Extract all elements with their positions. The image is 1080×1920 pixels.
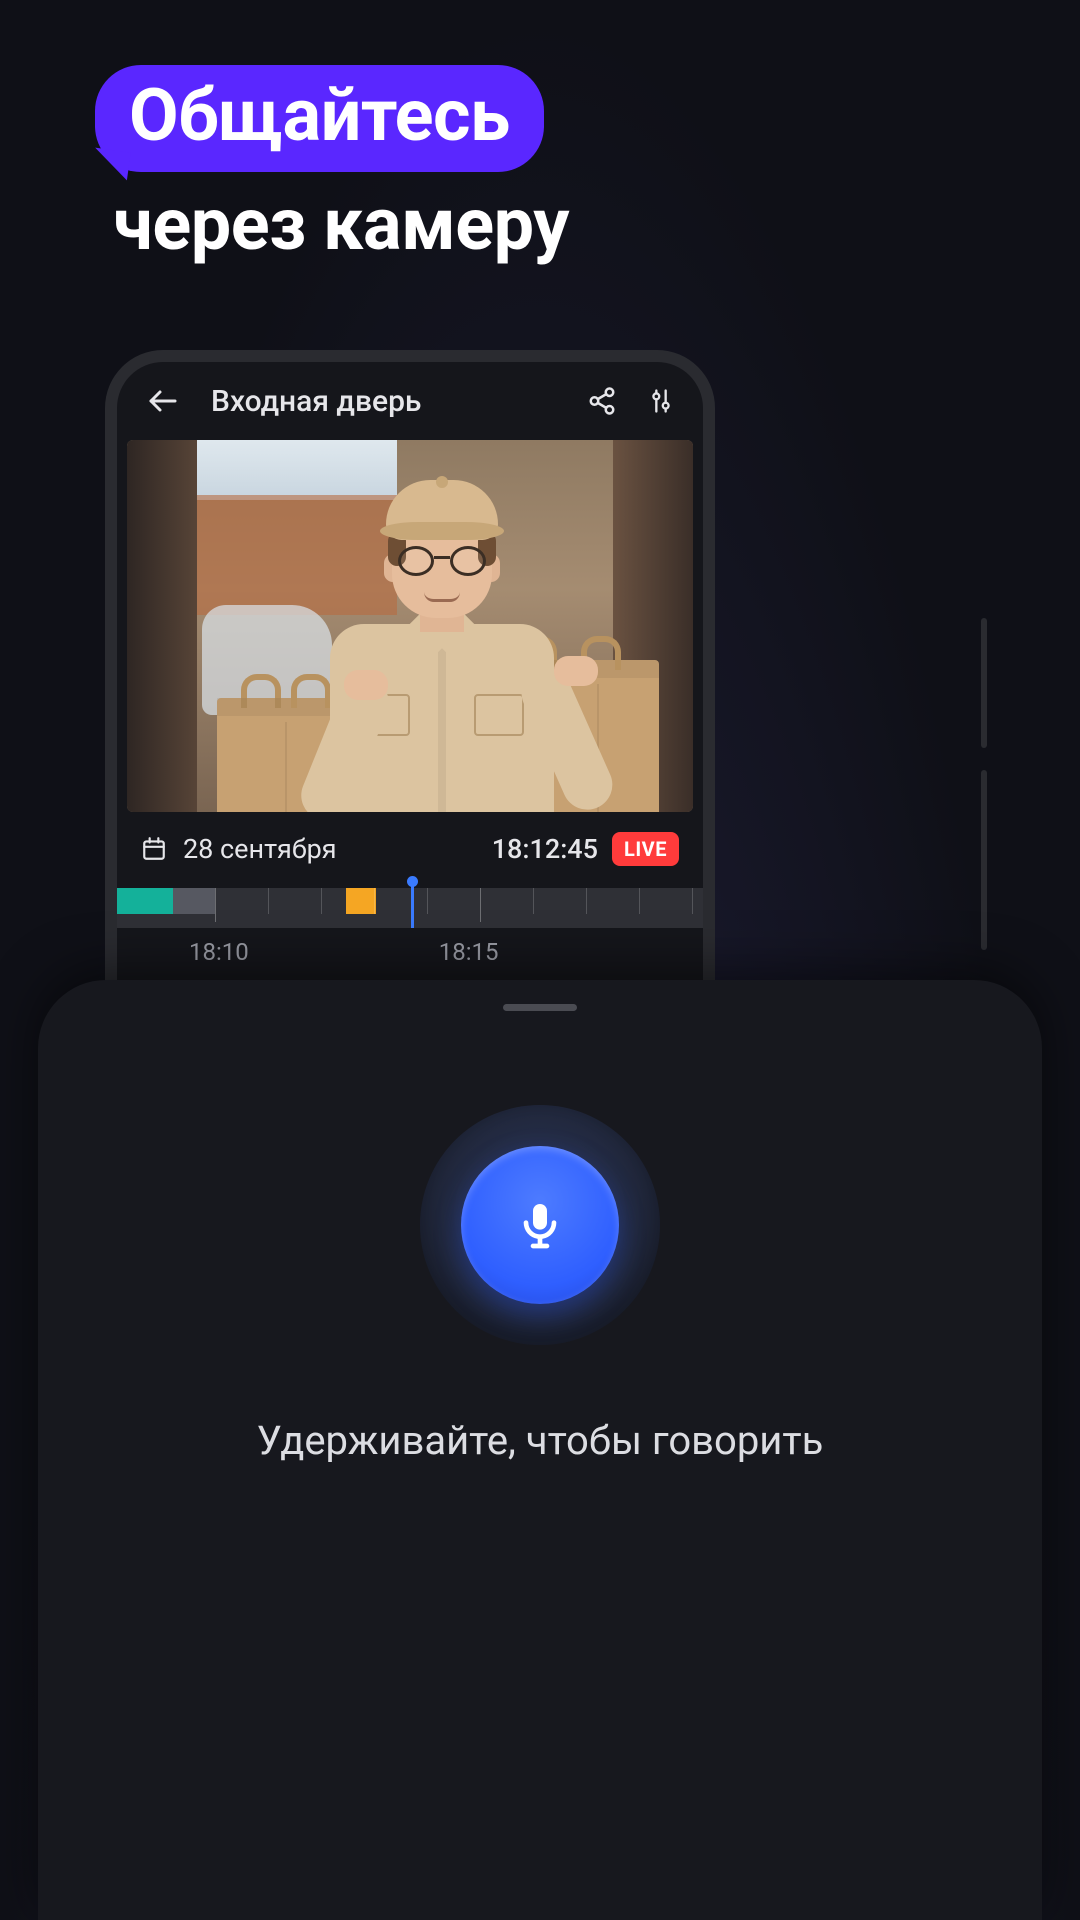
microphone-icon — [512, 1197, 568, 1253]
headline-pill-text: Общайтесь — [95, 65, 544, 172]
timeline-playhead[interactable] — [411, 882, 414, 928]
hold-to-talk-label: Удерживайте, чтобы говорить — [257, 1417, 824, 1464]
app-bar: Входная дверь — [117, 362, 703, 440]
feed-info-row: 28 сентября 18:12:45 LIVE — [117, 812, 703, 884]
feed-time: 18:12:45 — [492, 833, 598, 865]
camera-feed[interactable] — [127, 440, 693, 812]
sheet-grabber[interactable] — [503, 1004, 577, 1011]
timeline-tick — [692, 888, 693, 914]
phone-frame: Входная дверь — [105, 350, 715, 1000]
timeline-segment — [173, 888, 215, 914]
timeline-tick — [374, 888, 375, 914]
headline: Общайтесь через камеру — [95, 65, 569, 267]
timeline-tick — [215, 888, 216, 922]
timeline-segment — [346, 888, 376, 914]
timeline-tick — [321, 888, 322, 914]
sliders-icon[interactable] — [647, 386, 675, 416]
timeline-segment — [117, 888, 173, 914]
phone-side-button — [981, 618, 987, 748]
live-badge: LIVE — [612, 832, 679, 866]
share-icon[interactable] — [587, 386, 617, 416]
mic-button[interactable] — [461, 1146, 619, 1304]
timeline-label: 18:10 — [189, 938, 249, 966]
timeline-tick — [268, 888, 269, 914]
calendar-icon[interactable] — [141, 836, 167, 862]
speech-bubble-tail-icon — [91, 148, 131, 181]
talk-sheet: Удерживайте, чтобы говорить — [38, 980, 1042, 1920]
mic-button-glow — [420, 1105, 660, 1345]
headline-pill: Общайтесь — [95, 65, 544, 172]
timeline-tick — [533, 888, 534, 914]
headline-subtext: через камеру — [113, 182, 569, 267]
timeline-labels: 18:10 18:15 — [117, 928, 703, 966]
timeline-label: 18:15 — [439, 938, 499, 966]
phone-side-button — [981, 770, 987, 950]
timeline-tick — [427, 888, 428, 914]
timeline[interactable] — [117, 888, 703, 928]
camera-title: Входная дверь — [211, 384, 557, 419]
timeline-tick — [586, 888, 587, 914]
camera-feed-image — [127, 440, 693, 812]
back-arrow-icon[interactable] — [145, 383, 181, 419]
timeline-tick — [639, 888, 640, 914]
timeline-tick — [480, 888, 481, 922]
feed-date: 28 сентября — [183, 833, 492, 865]
